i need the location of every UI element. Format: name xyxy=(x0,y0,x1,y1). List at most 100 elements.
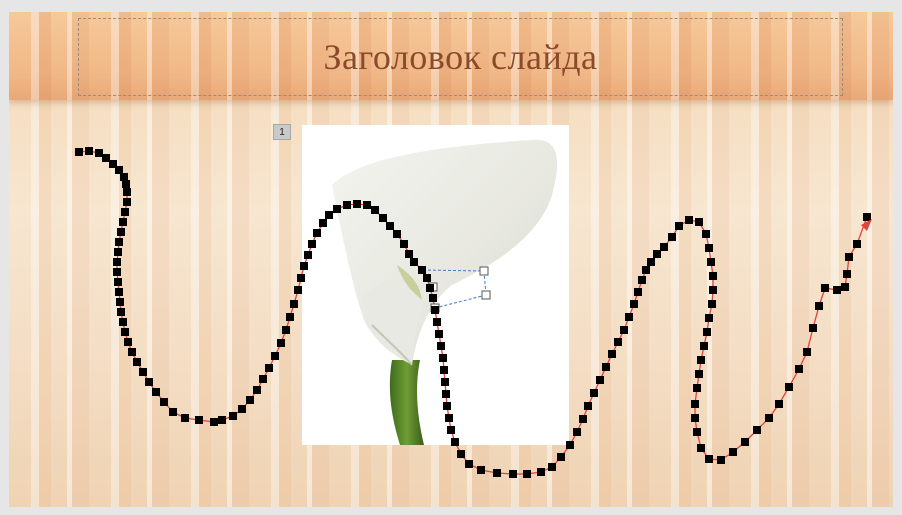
path-point[interactable] xyxy=(717,456,725,464)
path-point[interactable] xyxy=(85,147,93,155)
path-point[interactable] xyxy=(443,402,451,410)
path-point[interactable] xyxy=(697,356,705,364)
path-point[interactable] xyxy=(431,306,439,314)
path-point[interactable] xyxy=(119,218,127,226)
path-point[interactable] xyxy=(451,438,459,446)
path-point[interactable] xyxy=(218,416,226,424)
path-point[interactable] xyxy=(729,448,737,456)
path-point[interactable] xyxy=(210,418,218,426)
path-point[interactable] xyxy=(863,213,871,221)
path-point[interactable] xyxy=(286,313,294,321)
path-point[interactable] xyxy=(457,450,465,458)
path-point[interactable] xyxy=(493,469,501,477)
path-point[interactable] xyxy=(160,398,168,406)
path-point[interactable] xyxy=(440,366,448,374)
path-point[interactable] xyxy=(537,468,545,476)
path-point[interactable] xyxy=(119,318,127,326)
path-point[interactable] xyxy=(590,389,598,397)
path-point[interactable] xyxy=(795,365,803,373)
path-point[interactable] xyxy=(195,416,203,424)
path-point[interactable] xyxy=(697,444,705,452)
path-point[interactable] xyxy=(693,428,701,436)
path-point[interactable] xyxy=(259,375,267,383)
path-point[interactable] xyxy=(566,441,574,449)
path-point[interactable] xyxy=(557,453,565,461)
path-point[interactable] xyxy=(705,314,713,322)
path-point[interactable] xyxy=(123,188,131,196)
path-point[interactable] xyxy=(509,470,517,478)
path-point[interactable] xyxy=(371,206,379,214)
path-point[interactable] xyxy=(181,414,189,422)
path-point[interactable] xyxy=(803,348,811,356)
path-point[interactable] xyxy=(584,402,592,410)
path-point[interactable] xyxy=(229,412,237,420)
path-point[interactable] xyxy=(625,313,633,321)
path-point[interactable] xyxy=(325,211,333,219)
path-point[interactable] xyxy=(447,426,455,434)
path-point[interactable] xyxy=(333,205,341,213)
path-point[interactable] xyxy=(573,428,581,436)
path-point[interactable] xyxy=(765,414,773,422)
path-point[interactable] xyxy=(123,198,131,206)
path-point[interactable] xyxy=(304,251,312,259)
path-point[interactable] xyxy=(523,470,531,478)
path-point[interactable] xyxy=(634,288,642,296)
path-point[interactable] xyxy=(423,274,431,282)
path-point[interactable] xyxy=(116,298,124,306)
path-point[interactable] xyxy=(121,328,129,336)
path-point[interactable] xyxy=(602,363,610,371)
path-point[interactable] xyxy=(596,376,604,384)
path-point[interactable] xyxy=(675,222,683,230)
path-point[interactable] xyxy=(709,286,717,294)
path-point[interactable] xyxy=(117,228,125,236)
path-point[interactable] xyxy=(703,328,711,336)
path-point[interactable] xyxy=(418,266,426,274)
path-point[interactable] xyxy=(433,318,441,326)
path-point[interactable] xyxy=(386,222,394,230)
path-point[interactable] xyxy=(238,405,246,413)
path-point[interactable] xyxy=(124,338,132,346)
path-point[interactable] xyxy=(853,240,861,248)
path-point[interactable] xyxy=(265,364,273,372)
path-point[interactable] xyxy=(113,268,121,276)
path-point[interactable] xyxy=(277,339,285,347)
path-point[interactable] xyxy=(115,288,123,296)
path-point[interactable] xyxy=(113,258,121,266)
path-point[interactable] xyxy=(308,240,316,248)
path-point[interactable] xyxy=(579,415,587,423)
path-point[interactable] xyxy=(379,214,387,222)
path-point[interactable] xyxy=(410,258,418,266)
path-point[interactable] xyxy=(653,250,661,258)
path-point[interactable] xyxy=(120,173,128,181)
path-point[interactable] xyxy=(465,460,473,468)
path-point[interactable] xyxy=(290,300,298,308)
path-point[interactable] xyxy=(642,266,650,274)
motion-path-curve[interactable] xyxy=(78,150,868,475)
path-point[interactable] xyxy=(685,216,693,224)
path-point[interactable] xyxy=(429,294,437,302)
slide[interactable]: Заголовок слайда 1 xyxy=(9,12,893,507)
motion-path-layer[interactable] xyxy=(9,12,893,507)
path-point[interactable] xyxy=(297,274,305,282)
path-point[interactable] xyxy=(139,368,147,376)
path-point[interactable] xyxy=(445,414,453,422)
path-point[interactable] xyxy=(393,230,401,238)
path-point[interactable] xyxy=(709,272,717,280)
path-point[interactable] xyxy=(282,326,290,334)
path-point[interactable] xyxy=(353,200,361,208)
path-point[interactable] xyxy=(426,284,434,292)
path-point[interactable] xyxy=(441,378,449,386)
path-point[interactable] xyxy=(477,466,485,474)
path-point[interactable] xyxy=(843,270,851,278)
path-point[interactable] xyxy=(638,276,646,284)
path-point[interactable] xyxy=(753,426,761,434)
path-point[interactable] xyxy=(114,278,122,286)
path-point[interactable] xyxy=(620,326,628,334)
path-point[interactable] xyxy=(705,455,713,463)
path-point[interactable] xyxy=(691,414,699,422)
path-point[interactable] xyxy=(114,248,122,256)
path-point[interactable] xyxy=(117,308,125,316)
path-point[interactable] xyxy=(708,300,716,308)
path-point[interactable] xyxy=(128,348,136,356)
path-point[interactable] xyxy=(133,358,141,366)
